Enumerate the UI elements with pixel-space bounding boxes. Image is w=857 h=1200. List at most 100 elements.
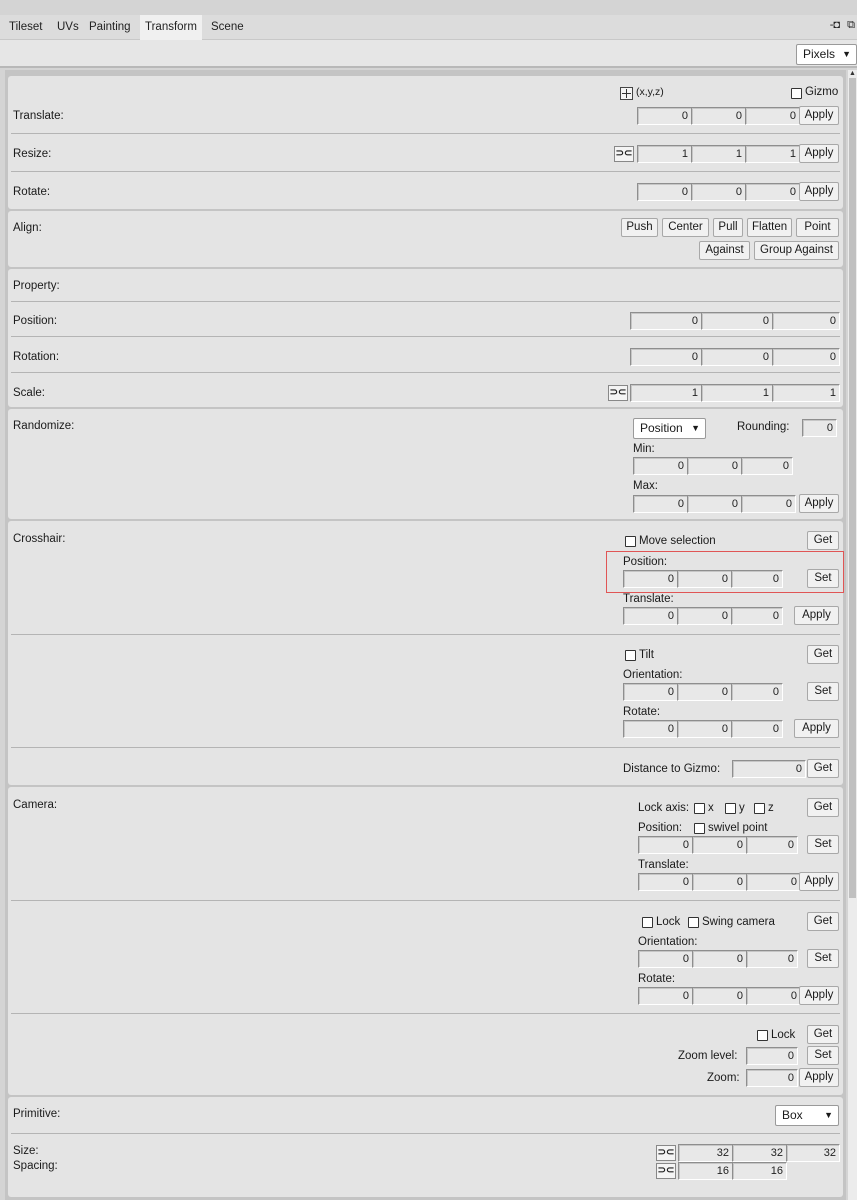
scroll-up-icon[interactable]: ▲ xyxy=(849,70,856,77)
vertical-scrollbar[interactable]: ▲ xyxy=(848,70,857,1200)
gizmo-checkbox[interactable] xyxy=(791,88,802,99)
camera-orientation-x[interactable]: 0 xyxy=(638,950,693,968)
zoom-lock-checkbox[interactable] xyxy=(757,1030,768,1041)
property-position-x[interactable]: 0 xyxy=(630,312,702,330)
randomize-apply-button[interactable]: Apply xyxy=(799,494,839,513)
pin-icon[interactable]: -◘ xyxy=(830,19,840,31)
property-position-y[interactable]: 0 xyxy=(701,312,773,330)
swivel-point-checkbox[interactable] xyxy=(694,823,705,834)
size-z-input[interactable]: 32 xyxy=(786,1144,840,1162)
size-x-input[interactable]: 32 xyxy=(678,1144,733,1162)
camera-translate-z[interactable]: 0 xyxy=(746,873,801,891)
camera-position-set-button[interactable]: Set xyxy=(807,835,839,854)
spacing-y-input[interactable]: 16 xyxy=(732,1162,787,1180)
tilt-checkbox[interactable] xyxy=(625,650,636,661)
lock-axis-z-checkbox[interactable] xyxy=(754,803,765,814)
crosshair-orientation-x[interactable]: 0 xyxy=(623,683,678,701)
size-y-input[interactable]: 32 xyxy=(732,1144,787,1162)
align-center-button[interactable]: Center xyxy=(662,218,709,237)
camera-rotate-x[interactable]: 0 xyxy=(638,987,693,1005)
align-pull-button[interactable]: Pull xyxy=(713,218,743,237)
tab-scene[interactable]: Scene xyxy=(208,15,247,40)
property-scale-x[interactable]: 1 xyxy=(630,384,702,402)
camera-translate-y[interactable]: 0 xyxy=(692,873,747,891)
translate-x-input[interactable]: 0 xyxy=(637,107,692,125)
tab-tileset[interactable]: Tileset xyxy=(6,15,45,40)
camera-translate-x[interactable]: 0 xyxy=(638,873,693,891)
property-rotation-z[interactable]: 0 xyxy=(772,348,840,366)
camera-position-y[interactable]: 0 xyxy=(692,836,747,854)
tab-transform[interactable]: Transform xyxy=(140,15,202,40)
zoom-apply-button[interactable]: Apply xyxy=(799,1068,839,1087)
crosshair-translate-x[interactable]: 0 xyxy=(623,607,678,625)
spacing-x-input[interactable]: 16 xyxy=(678,1162,733,1180)
distance-to-gizmo-input[interactable]: 0 xyxy=(732,760,806,778)
lock-axis-y-checkbox[interactable] xyxy=(725,803,736,814)
rotate-x-input[interactable]: 0 xyxy=(637,183,692,201)
tilt-get-button[interactable]: Get xyxy=(807,645,839,664)
align-group-against-button[interactable]: Group Against xyxy=(754,241,839,260)
rotate-apply-button[interactable]: Apply xyxy=(799,182,839,201)
rotate-y-input[interactable]: 0 xyxy=(691,183,746,201)
camera-position-x[interactable]: 0 xyxy=(638,836,693,854)
crosshair-rotate-x[interactable]: 0 xyxy=(623,720,678,738)
crosshair-translate-z[interactable]: 0 xyxy=(731,607,783,625)
randomize-min-x[interactable]: 0 xyxy=(633,457,688,475)
align-against-button[interactable]: Against xyxy=(699,241,750,260)
lock-axis-x-checkbox[interactable] xyxy=(694,803,705,814)
orientation-set-button[interactable]: Set xyxy=(807,682,839,701)
camera-orientation-get-button[interactable]: Get xyxy=(807,912,839,931)
randomize-max-z[interactable]: 0 xyxy=(741,495,796,513)
translate-y-input[interactable]: 0 xyxy=(691,107,746,125)
camera-rotate-y[interactable]: 0 xyxy=(692,987,747,1005)
camera-rotate-z[interactable]: 0 xyxy=(746,987,801,1005)
align-point-button[interactable]: Point xyxy=(796,218,839,237)
property-position-z[interactable]: 0 xyxy=(772,312,840,330)
swing-camera-checkbox[interactable] xyxy=(688,917,699,928)
randomize-max-x[interactable]: 0 xyxy=(633,495,688,513)
crosshair-position-z[interactable]: 0 xyxy=(731,570,783,588)
property-scale-z[interactable]: 1 xyxy=(772,384,840,402)
link-size-icon[interactable]: ⊃⊂ xyxy=(656,1145,676,1161)
property-rotation-x[interactable]: 0 xyxy=(630,348,702,366)
randomize-min-z[interactable]: 0 xyxy=(741,457,793,475)
primitive-shape-select[interactable]: Box ▼ xyxy=(775,1105,839,1126)
translate-apply-button[interactable]: Apply xyxy=(799,106,839,125)
resize-y-input[interactable]: 1 xyxy=(691,145,746,163)
rounding-input[interactable]: 0 xyxy=(802,419,837,437)
camera-lock-checkbox[interactable] xyxy=(642,917,653,928)
align-push-button[interactable]: Push xyxy=(621,218,658,237)
camera-position-z[interactable]: 0 xyxy=(746,836,798,854)
resize-z-input[interactable]: 1 xyxy=(745,145,800,163)
link-spacing-icon[interactable]: ⊃⊂ xyxy=(656,1163,676,1179)
zoom-input[interactable]: 0 xyxy=(746,1069,798,1087)
crosshair-rotate-y[interactable]: 0 xyxy=(677,720,732,738)
link-scale-icon[interactable]: ⊃⊂ xyxy=(608,385,628,401)
tab-painting[interactable]: Painting xyxy=(86,15,134,40)
move-selection-checkbox[interactable] xyxy=(625,536,636,547)
coordinate-mode-icon[interactable] xyxy=(620,87,633,100)
tab-uvs[interactable]: UVs xyxy=(54,15,82,40)
link-scale-icon[interactable]: ⊃⊂ xyxy=(614,146,634,162)
crosshair-get-button[interactable]: Get xyxy=(807,531,839,550)
camera-translate-apply-button[interactable]: Apply xyxy=(799,872,839,891)
zoom-get-button[interactable]: Get xyxy=(807,1025,839,1044)
camera-orientation-y[interactable]: 0 xyxy=(692,950,747,968)
randomize-min-y[interactable]: 0 xyxy=(687,457,742,475)
crosshair-position-set-button[interactable]: Set xyxy=(807,569,839,588)
distance-get-button[interactable]: Get xyxy=(807,759,839,778)
resize-apply-button[interactable]: Apply xyxy=(799,144,839,163)
resize-x-input[interactable]: 1 xyxy=(637,145,692,163)
crosshair-translate-y[interactable]: 0 xyxy=(677,607,732,625)
camera-orientation-z[interactable]: 0 xyxy=(746,950,798,968)
rotate-z-input[interactable]: 0 xyxy=(745,183,800,201)
crosshair-rotate-apply-button[interactable]: Apply xyxy=(794,719,839,738)
randomize-mode-select[interactable]: Position ▼ xyxy=(633,418,706,439)
zoom-level-set-button[interactable]: Set xyxy=(807,1046,839,1065)
crosshair-position-x[interactable]: 0 xyxy=(623,570,678,588)
property-rotation-y[interactable]: 0 xyxy=(701,348,773,366)
camera-rotate-apply-button[interactable]: Apply xyxy=(799,986,839,1005)
crosshair-rotate-z[interactable]: 0 xyxy=(731,720,783,738)
randomize-max-y[interactable]: 0 xyxy=(687,495,742,513)
scrollbar-thumb[interactable] xyxy=(849,78,856,898)
